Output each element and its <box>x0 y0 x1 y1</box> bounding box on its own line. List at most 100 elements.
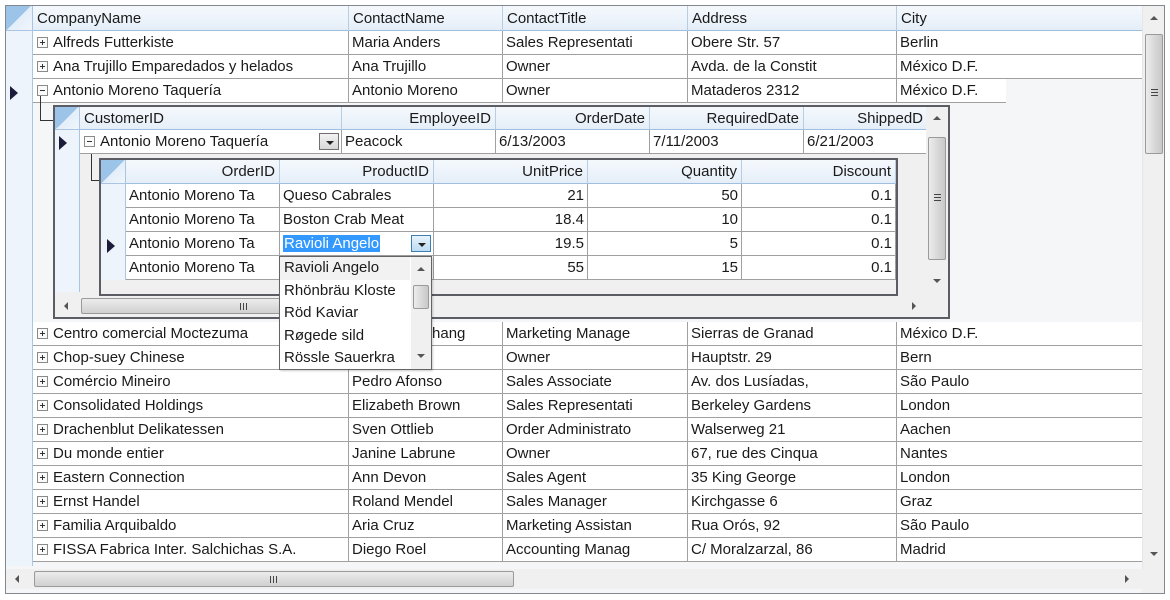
cell-quantity[interactable]: 10 <box>588 208 742 232</box>
column-header-quantity[interactable]: Quantity <box>588 160 742 184</box>
scroll-thumb[interactable] <box>413 285 429 309</box>
dropdown-option[interactable]: Röd Kaviar <box>280 302 410 325</box>
cell-orderid[interactable]: Antonio Moreno Ta <box>126 232 280 256</box>
dropdown-option[interactable]: Røgede sild <box>280 325 410 348</box>
cell-city[interactable]: São Paulo <box>897 370 1143 394</box>
cell-orderid[interactable]: Antonio Moreno Ta <box>126 208 280 232</box>
minus-box-icon[interactable] <box>84 135 95 147</box>
table-row-current[interactable]: Antonio Moreno Taquería Antonio Moreno O… <box>33 79 1006 103</box>
cell-title[interactable]: Accounting Manag <box>503 538 688 562</box>
plus-box-icon[interactable] <box>37 543 48 555</box>
cell-company[interactable]: Ana Trujillo Emparedados y helados <box>33 55 349 79</box>
chevron-down-icon[interactable] <box>411 235 431 252</box>
table-row[interactable]: Familia Arquibaldo Aria Cruz Marketing A… <box>33 514 1143 538</box>
cell-city[interactable]: Nantes <box>897 442 1143 466</box>
cell-city[interactable]: London <box>897 394 1143 418</box>
cell-company[interactable]: Ernst Handel <box>33 490 349 514</box>
scroll-up-icon[interactable] <box>933 116 941 120</box>
column-header-productid[interactable]: ProductID <box>280 160 434 184</box>
column-header-contactname[interactable]: ContactName <box>349 6 503 31</box>
cell-productid[interactable]: Boston Crab Meat <box>280 208 434 232</box>
cell-shippeddate[interactable]: 6/21/2003 <box>804 130 928 154</box>
cell-title[interactable]: Marketing Assistan <box>503 514 688 538</box>
cell-address[interactable]: Rua Orós, 92 <box>688 514 897 538</box>
dropdown-scrollbar[interactable] <box>411 257 431 369</box>
scroll-thumb[interactable] <box>1145 34 1163 154</box>
cell-title[interactable]: Sales Agent <box>503 466 688 490</box>
table-row[interactable]: Ernst Handel Roland Mendel Sales Manager… <box>33 490 1143 514</box>
customers-grid[interactable]: CompanyName ContactName ContactTitle Add… <box>5 5 1165 594</box>
table-row[interactable]: Comércio Mineiro Pedro Afonso Sales Asso… <box>33 370 1143 394</box>
scroll-down-icon[interactable] <box>933 279 941 283</box>
plus-box-icon[interactable] <box>37 60 48 72</box>
cell-address[interactable]: Hauptstr. 29 <box>688 346 897 370</box>
cell-company[interactable]: FISSA Fabrica Inter. Salchichas S.A. <box>33 538 349 562</box>
dropdown-option[interactable]: Rössle Sauerkra <box>280 347 410 370</box>
order-details-grid[interactable]: OrderID ProductID UnitPrice Quantity Dis… <box>99 158 898 296</box>
plus-box-icon[interactable] <box>37 36 48 48</box>
cell-title[interactable]: Sales Representati <box>503 394 688 418</box>
cell-company[interactable]: Consolidated Holdings <box>33 394 349 418</box>
cell-company[interactable]: Eastern Connection <box>33 466 349 490</box>
table-row[interactable]: Drachenblut Delikatessen Sven Ottlieb Or… <box>33 418 1143 442</box>
cell-quantity[interactable]: 5 <box>588 232 742 256</box>
cell-contact[interactable]: Aria Cruz <box>349 514 503 538</box>
cell-requireddate[interactable]: 7/11/2003 <box>650 130 804 154</box>
cell-employeeid[interactable]: Peacock <box>342 130 496 154</box>
column-header-orderid[interactable]: OrderID <box>126 160 280 184</box>
cell-contact[interactable]: Diego Roel <box>349 538 503 562</box>
cell-city[interactable]: London <box>897 466 1143 490</box>
cell-contact[interactable]: Pedro Afonso <box>349 370 503 394</box>
orders-row[interactable]: Antonio Moreno Taquería Peacock 6/13/200… <box>80 130 928 154</box>
cell-city[interactable]: São Paulo <box>897 514 1143 538</box>
cell-address[interactable]: Sierras de Granad <box>688 322 897 346</box>
cell-address[interactable]: Berkeley Gardens <box>688 394 897 418</box>
cell-orderid[interactable]: Antonio Moreno Ta <box>126 256 280 280</box>
cell-title[interactable]: Owner <box>503 55 688 79</box>
cell-title[interactable]: Owner <box>503 346 688 370</box>
scroll-left-icon[interactable] <box>15 575 19 583</box>
horizontal-scrollbar[interactable] <box>6 569 1142 589</box>
cell-address[interactable]: Av. dos Lusíadas, <box>688 370 897 394</box>
cell-address[interactable]: Obere Str. 57 <box>688 31 897 55</box>
vertical-scrollbar[interactable] <box>1142 6 1164 569</box>
cell-address[interactable]: Kirchgasse 6 <box>688 490 897 514</box>
cell-city[interactable]: Madrid <box>897 538 1143 562</box>
cell-productid[interactable]: Queso Cabrales <box>280 184 434 208</box>
column-header-unitprice[interactable]: UnitPrice <box>434 160 588 184</box>
cell-title[interactable]: Sales Manager <box>503 490 688 514</box>
cell-unitprice[interactable]: 55 <box>434 256 588 280</box>
cell-customerid[interactable]: Antonio Moreno Taquería <box>80 130 342 154</box>
scroll-right-icon[interactable] <box>1125 575 1129 583</box>
scroll-thumb[interactable] <box>928 137 946 260</box>
orders-row-header-column[interactable] <box>55 107 80 292</box>
cell-title[interactable]: Owner <box>503 79 688 103</box>
scroll-down-icon[interactable] <box>1150 552 1158 556</box>
table-row[interactable]: Chop-suey Chinese Yang Wang Owner Haupts… <box>33 346 1143 370</box>
scroll-up-icon[interactable] <box>417 267 425 271</box>
cell-address[interactable]: 67, rue des Cinqua <box>688 442 897 466</box>
cell-address[interactable]: Walserweg 21 <box>688 418 897 442</box>
cell-quantity[interactable]: 50 <box>588 184 742 208</box>
plus-box-icon[interactable] <box>37 447 48 459</box>
plus-box-icon[interactable] <box>37 327 48 339</box>
cell-address[interactable]: C/ Moralzarzal, 86 <box>688 538 897 562</box>
cell-company[interactable]: Comércio Mineiro <box>33 370 349 394</box>
scroll-left-icon[interactable] <box>64 302 68 310</box>
column-header-requireddate[interactable]: RequiredDate <box>650 107 804 130</box>
cell-orderid[interactable]: Antonio Moreno Ta <box>126 184 280 208</box>
cell-city[interactable]: México D.F. <box>897 79 1006 103</box>
column-header-employeeid[interactable]: EmployeeID <box>342 107 496 130</box>
cell-city[interactable]: Aachen <box>897 418 1143 442</box>
table-row[interactable]: Centro comercial Moctezuma Francisco Cha… <box>33 322 1143 346</box>
cell-address[interactable]: Mataderos 2312 <box>688 79 897 103</box>
cell-company[interactable]: Alfreds Futterkiste <box>33 31 349 55</box>
plus-box-icon[interactable] <box>37 495 48 507</box>
cell-contact[interactable]: Elizabeth Brown <box>349 394 503 418</box>
cell-contact[interactable]: Ana Trujillo <box>349 55 503 79</box>
cell-title[interactable]: Marketing Manage <box>503 322 688 346</box>
dropdown-option[interactable]: Ravioli Angelo <box>280 257 410 280</box>
cell-quantity[interactable]: 15 <box>588 256 742 280</box>
table-row[interactable]: Du monde entier Janine Labrune Owner 67,… <box>33 442 1143 466</box>
column-header-orderdate[interactable]: OrderDate <box>496 107 650 130</box>
